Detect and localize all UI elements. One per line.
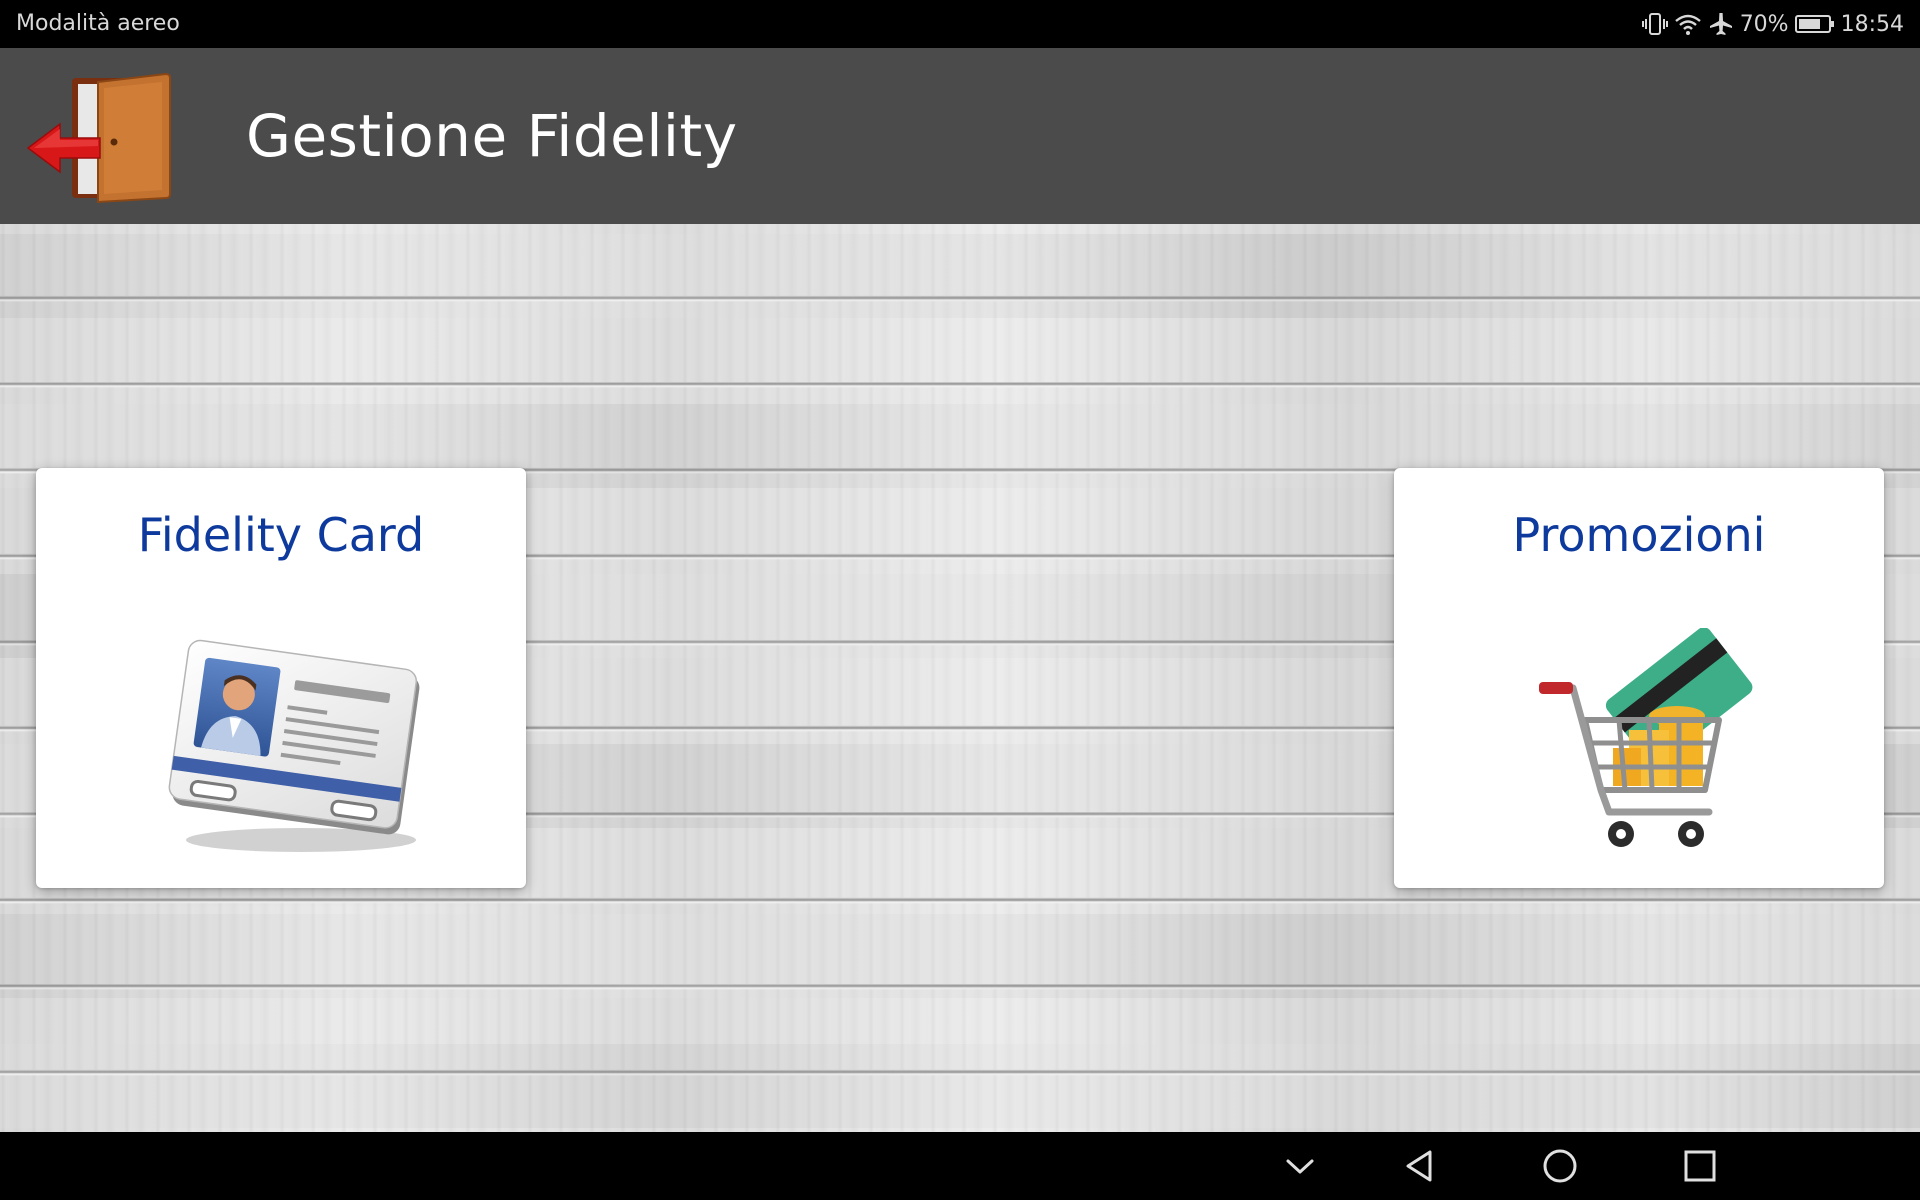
exit-door-icon (26, 72, 171, 204)
wifi-icon (1674, 14, 1701, 35)
wood-plank (0, 1044, 1920, 1128)
recents-icon (1684, 1150, 1716, 1182)
fidelity-card-label: Fidelity Card (137, 508, 425, 562)
wood-plank (0, 234, 1920, 318)
status-icons: 70% 18:54 (1641, 0, 1904, 48)
id-card-icon (168, 639, 420, 852)
promozioni-tile[interactable]: Promozioni (1394, 468, 1884, 888)
hide-keyboard-icon (1286, 1159, 1314, 1174)
main-content: Fidelity Card Promozioni (0, 224, 1920, 1132)
promozioni-label: Promozioni (1512, 508, 1766, 562)
wood-plank (0, 914, 1920, 998)
hide-keyboard-button[interactable] (1276, 1142, 1324, 1190)
airplane-mode-icon (1709, 13, 1732, 35)
recents-button[interactable] (1676, 1142, 1724, 1190)
battery-icon (1794, 15, 1834, 33)
home-button[interactable] (1536, 1142, 1584, 1190)
navigation-bar (0, 1132, 1920, 1200)
vibrate-icon (1641, 13, 1668, 35)
status-bar: Modalità aereo 70% 18:54 (0, 0, 1920, 48)
home-icon (1543, 1149, 1577, 1183)
shopping-cart-icon (1539, 628, 1753, 847)
airplane-mode-label: Modalità aereo (16, 11, 180, 36)
app-bar: Gestione Fidelity (0, 48, 1920, 224)
page-title: Gestione Fidelity (246, 102, 738, 170)
exit-button[interactable] (24, 66, 174, 206)
back-button[interactable] (1396, 1142, 1444, 1190)
clock: 18:54 (1840, 11, 1904, 37)
back-icon (1406, 1150, 1432, 1182)
fidelity-card-tile[interactable]: Fidelity Card (36, 468, 526, 888)
battery-percent: 70% (1739, 11, 1789, 37)
